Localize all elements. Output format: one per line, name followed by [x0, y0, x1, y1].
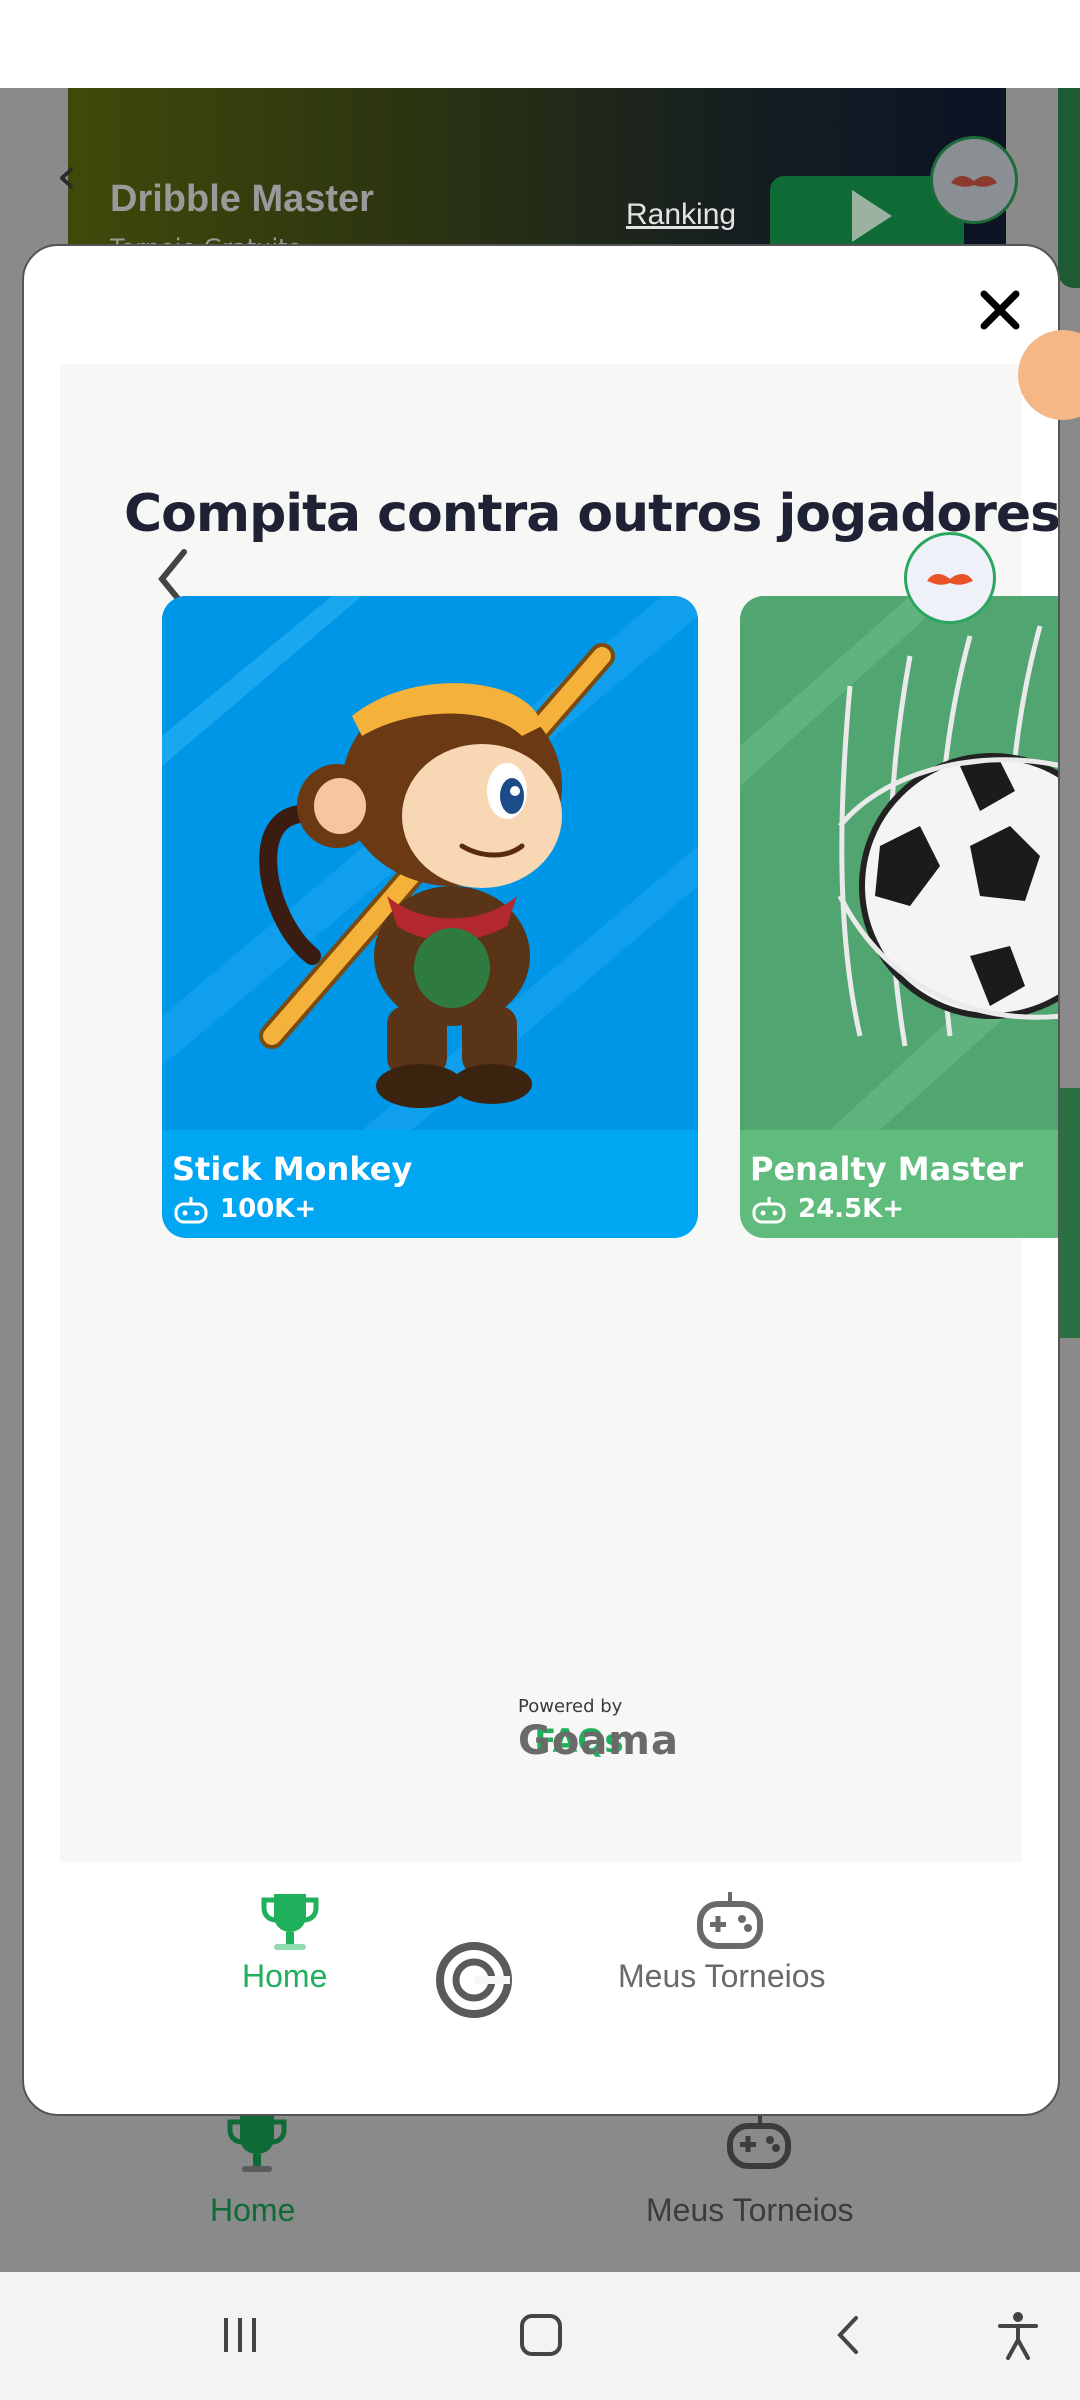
tournament-title: Dribble Master — [110, 178, 374, 220]
play-icon — [852, 190, 892, 242]
modal-content: Compita contra outros jogadores Stick Mo… — [60, 364, 1058, 2018]
ranking-link[interactable]: Ranking — [626, 198, 736, 232]
back-arrow-icon[interactable]: ‹ — [56, 149, 86, 203]
brand-name: Goama — [518, 1718, 679, 1764]
gamepad-small-icon — [174, 1197, 208, 1224]
back-icon[interactable] — [826, 2312, 872, 2358]
nav-meus-torneios-label[interactable]: Meus Torneios — [646, 2192, 854, 2229]
close-icon[interactable] — [972, 282, 1028, 338]
home-icon[interactable] — [518, 2312, 564, 2358]
mustache-badge[interactable] — [904, 532, 996, 624]
powered-by-label: Powered by — [518, 1696, 623, 1717]
goama-logo-icon — [436, 1942, 512, 2018]
play-count: 24.5K+ — [798, 1194, 905, 1224]
game-name: Penalty Master — [750, 1150, 1024, 1188]
games-modal: Compita contra outros jogadores Stick Mo… — [22, 244, 1060, 2116]
nav-home-label[interactable]: Home — [210, 2192, 295, 2229]
trophy-icon[interactable] — [254, 1886, 326, 1958]
mustache-icon — [927, 574, 973, 585]
accessibility-icon[interactable] — [994, 2310, 1042, 2360]
nav-home-label[interactable]: Home — [242, 1958, 327, 1995]
game-card-stick-monkey[interactable]: Stick Monkey 100K+ — [162, 596, 698, 1238]
avatar[interactable] — [930, 136, 1018, 224]
gamepad-icon[interactable] — [724, 2108, 794, 2178]
side-panel — [1058, 88, 1080, 288]
recent-apps-icon[interactable] — [218, 2312, 264, 2358]
nav-meus-torneios-label[interactable]: Meus Torneios — [618, 1958, 826, 1995]
stick-monkey-image — [162, 596, 698, 1130]
side-panel-lower — [1058, 1088, 1080, 1338]
gamepad-small-icon — [752, 1197, 786, 1224]
gamepad-icon[interactable] — [694, 1886, 766, 1958]
play-count: 100K+ — [220, 1194, 317, 1224]
game-name: Stick Monkey — [172, 1150, 413, 1188]
penalty-master-image — [740, 596, 1058, 1130]
mustache-icon — [951, 176, 997, 187]
trophy-icon[interactable] — [222, 2108, 292, 2178]
game-card-penalty-master[interactable]: Penalty Master 24.5K+ — [740, 596, 1058, 1238]
system-nav-bar — [0, 2272, 1080, 2400]
